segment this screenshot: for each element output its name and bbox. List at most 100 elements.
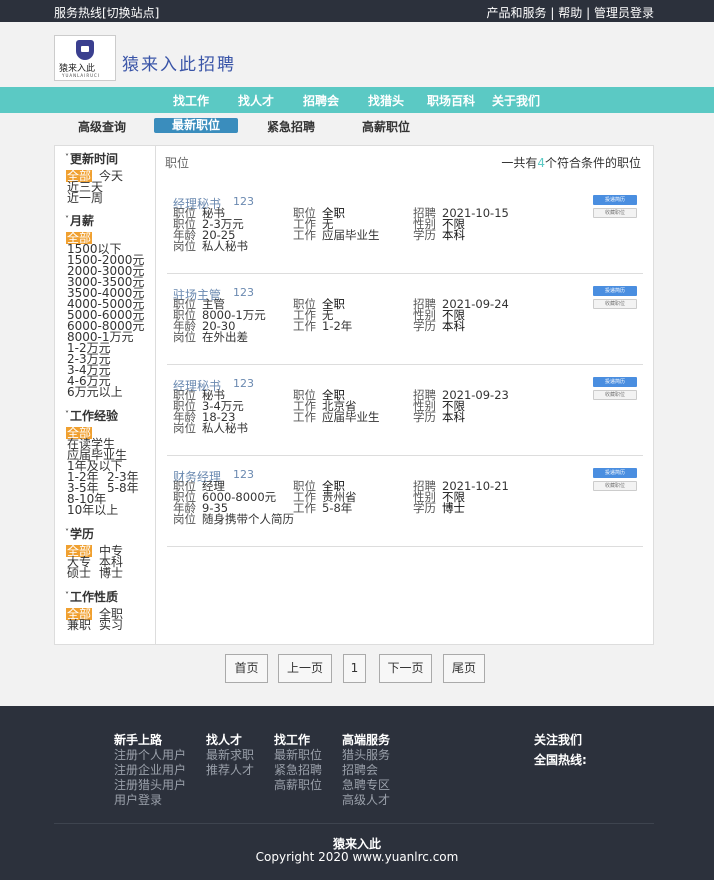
filter-option[interactable]: 近一周	[67, 192, 103, 204]
pager-next[interactable]: 下一页	[379, 654, 432, 683]
job-card: 驻场主管 123 投递简历 收藏职位 职位 主管 职位 8000-1万元 年龄 20-30 岗位 在外…	[167, 274, 643, 365]
footer-col-title: 找人才	[206, 733, 243, 747]
field-label: 学历	[413, 410, 436, 424]
top-bar: 服务热线[切换站点] 产品和服务 | 帮助 | 管理员登录	[0, 0, 714, 22]
job-education: 学历 本科	[413, 319, 465, 333]
field-label: 岗位	[173, 512, 196, 526]
favorite-job-button[interactable]: 收藏职位	[593, 299, 637, 309]
job-number: 123	[233, 286, 254, 299]
footer-link[interactable]: 注册企业用户	[114, 763, 186, 778]
job-experience: 工作 5-8年	[293, 501, 352, 515]
count-prefix: 一共有	[501, 156, 538, 170]
filter-title-experience: 工作经验	[65, 407, 118, 424]
job-education: 学历 本科	[413, 229, 465, 242]
footer-link[interactable]: 高薪职位	[274, 778, 322, 793]
footer-link[interactable]: 急聘专区	[342, 778, 390, 793]
footer-link[interactable]: 招聘会	[342, 763, 390, 778]
field-value: 1-2年	[322, 319, 353, 333]
nav-career-wiki[interactable]: 职场百科	[427, 92, 475, 109]
nav-find-talent[interactable]: 找人才	[238, 92, 274, 109]
job-education: 学历 博士	[413, 501, 465, 515]
nav-about-us[interactable]: 关于我们	[492, 92, 540, 109]
footer-link[interactable]: 最新求职	[206, 748, 254, 763]
help-link[interactable]: 帮助	[558, 6, 582, 20]
favorite-job-button[interactable]: 收藏职位	[593, 390, 637, 400]
filter-option[interactable]: 5-8年	[107, 482, 139, 494]
logo-subtext: YUANLAIRUCI	[62, 73, 101, 78]
nav-job-fair[interactable]: 招聘会	[303, 92, 339, 109]
filter-option[interactable]: 兼职	[67, 619, 91, 631]
apply-resume-button[interactable]: 投递简历	[593, 468, 637, 478]
footer-link[interactable]: 用户登录	[114, 793, 186, 808]
footer-col-title: 新手上路	[114, 733, 163, 747]
main-nav: 找工作 找人才 招聘会 找猎头 职场百科 关于我们	[0, 87, 714, 113]
pager-first[interactable]: 首页	[225, 654, 268, 683]
footer-link[interactable]: 注册个人用户	[114, 748, 186, 763]
hotline-switch-site[interactable]: 服务热线[切换站点]	[54, 4, 159, 21]
filter-title-salary: 月薪	[65, 212, 94, 229]
pager-prev[interactable]: 上一页	[278, 654, 332, 683]
footer-link[interactable]: 最新职位	[274, 748, 322, 763]
field-label: 工作	[293, 228, 316, 242]
filter-title-education: 学历	[65, 525, 94, 542]
field-label: 岗位	[173, 421, 196, 435]
filter-option[interactable]: 10年以上	[67, 504, 118, 516]
site-logo[interactable]: 猿来入此 YUANLAIRUCI	[54, 35, 116, 81]
footer-link[interactable]: 高级人才	[342, 793, 390, 808]
apply-resume-button[interactable]: 投递简历	[593, 195, 637, 205]
field-label: 工作	[293, 501, 316, 515]
field-label: 工作	[293, 410, 316, 424]
footer-link[interactable]: 紧急招聘	[274, 763, 322, 778]
tab-latest-jobs[interactable]: 最新职位	[154, 118, 238, 133]
field-label: 学历	[413, 319, 436, 333]
filter-option[interactable]: 博士	[99, 567, 123, 579]
filter-title-update-time: 更新时间	[65, 150, 118, 167]
filter-option[interactable]: 6万元以上	[67, 386, 123, 398]
footer-col-jobs: 找工作 最新职位 紧急招聘 高薪职位	[274, 733, 322, 793]
favorite-job-button[interactable]: 收藏职位	[593, 208, 637, 218]
field-label: 工作	[293, 319, 316, 333]
nav-headhunter[interactable]: 找猎头	[368, 92, 404, 109]
field-label: 岗位	[173, 239, 196, 253]
products-link[interactable]: 产品和服务	[487, 6, 547, 20]
field-value: 私人秘书	[202, 239, 248, 253]
footer-col-title: 高端服务	[342, 733, 391, 747]
filter-option[interactable]: 硕士	[67, 567, 91, 579]
result-count: 一共有4个符合条件的职位	[501, 154, 641, 171]
footer-link[interactable]: 猎头服务	[342, 748, 390, 763]
apply-resume-button[interactable]: 投递简历	[593, 377, 637, 387]
job-education: 学历 本科	[413, 410, 465, 424]
job-number: 123	[233, 377, 254, 390]
main-panel: 更新时间 全部 今天 近三天 近一周 月薪 全部 1500以下 1500-200…	[54, 145, 654, 645]
job-experience: 工作 1-2年	[293, 319, 353, 333]
field-value: 本科	[442, 319, 465, 333]
favorite-job-button[interactable]: 收藏职位	[593, 481, 637, 491]
site-name: 猿来入此招聘	[122, 55, 236, 75]
apply-resume-button[interactable]: 投递简历	[593, 286, 637, 296]
footer: 新手上路 注册个人用户 注册企业用户 注册猎头用户 用户登录 找人才 最新求职 …	[0, 706, 714, 880]
footer-col-follow: 关注我们 全国热线:	[534, 733, 587, 768]
footer-link[interactable]: 注册猎头用户	[114, 778, 186, 793]
tab-high-salary[interactable]: 高薪职位	[362, 118, 410, 135]
count-suffix: 个符合条件的职位	[544, 156, 641, 170]
footer-divider	[54, 823, 654, 824]
nav-find-job[interactable]: 找工作	[173, 92, 209, 109]
tab-advanced-search[interactable]: 高级查询	[78, 118, 126, 135]
job-post: 岗位 随身携带个人简历	[173, 512, 294, 526]
tab-urgent-hiring[interactable]: 紧急招聘	[267, 118, 315, 135]
job-card: 经理秘书 123 投递简历 收藏职位 职位 秘书 职位 3-4万元 年龄 18-23 岗位 私人秘书职…	[167, 365, 643, 456]
field-label: 岗位	[173, 330, 196, 344]
job-post: 岗位 私人秘书	[173, 421, 248, 435]
filter-sidebar: 更新时间 全部 今天 近三天 近一周 月薪 全部 1500以下 1500-200…	[55, 146, 156, 644]
pager-last[interactable]: 尾页	[443, 654, 485, 683]
job-number: 123	[233, 468, 254, 481]
field-value: 应届毕业生	[322, 410, 380, 424]
footer-link[interactable]: 推荐人才	[206, 763, 254, 778]
footer-col-title: 找工作	[274, 733, 311, 747]
field-label: 学历	[413, 501, 436, 515]
filter-option[interactable]: 实习	[99, 619, 123, 631]
admin-login-link[interactable]: 管理员登录	[594, 6, 654, 20]
pager-current[interactable]: 1	[343, 654, 366, 683]
separator: |	[550, 6, 555, 20]
field-value: 本科	[442, 410, 465, 424]
